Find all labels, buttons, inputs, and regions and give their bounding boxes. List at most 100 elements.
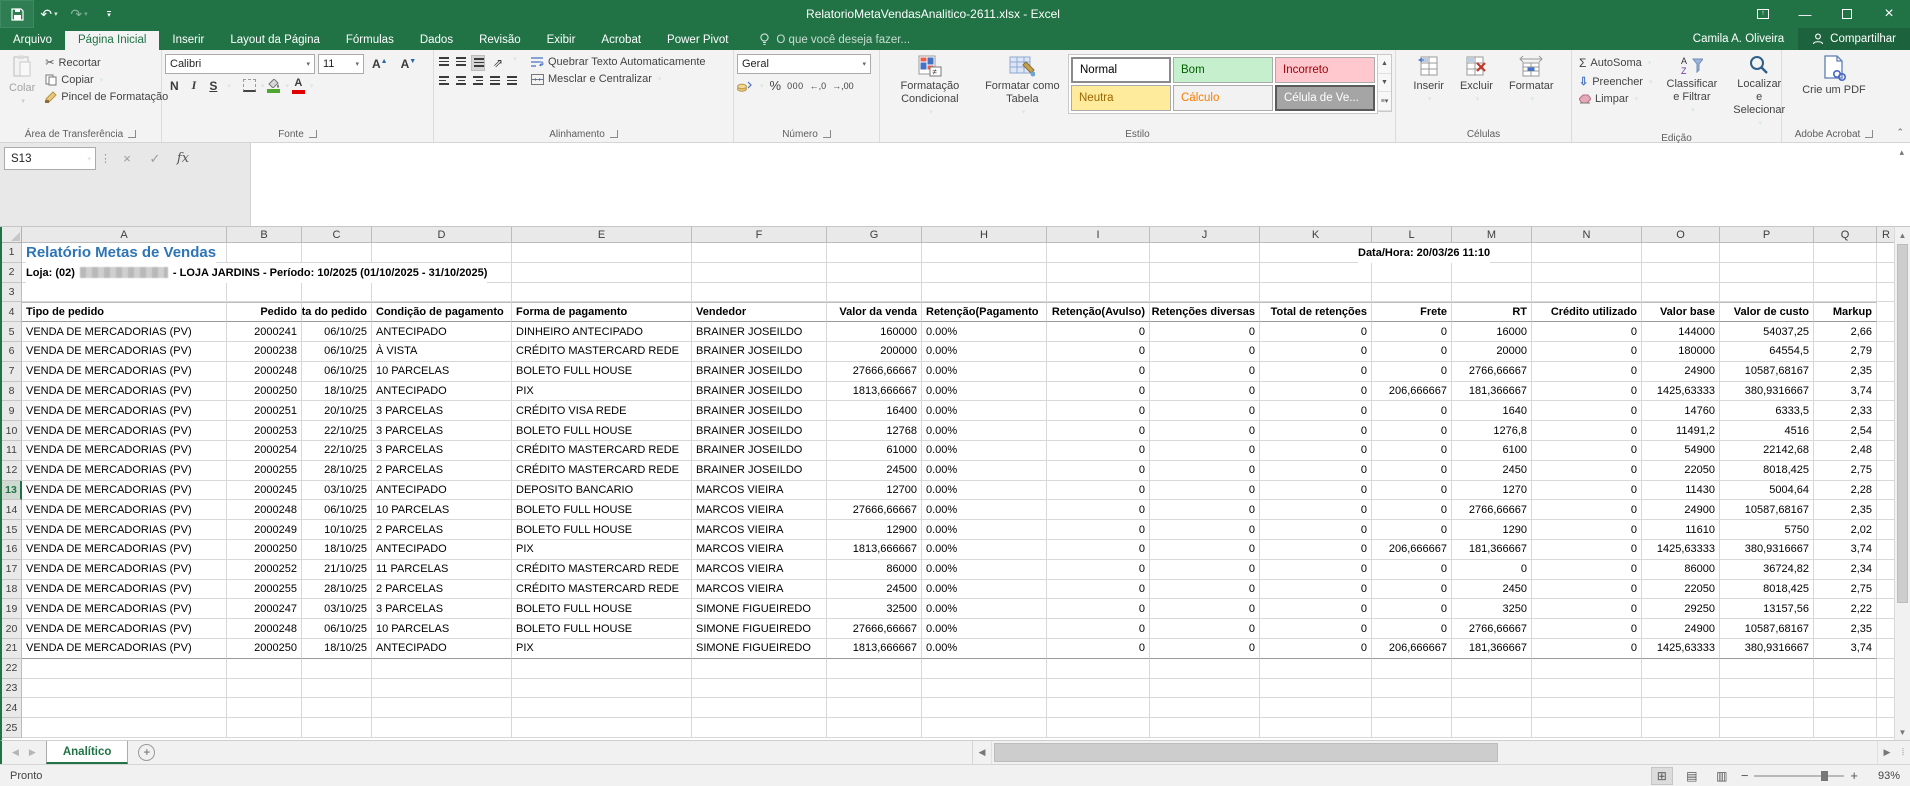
cell-E22[interactable]	[512, 659, 692, 679]
cell-N3[interactable]	[1532, 283, 1642, 303]
cell-G9[interactable]: 16400	[827, 401, 922, 421]
column-header-O[interactable]: O	[1642, 227, 1720, 243]
cell-C9[interactable]: 20/10/25	[302, 401, 372, 421]
cell-Q14[interactable]: 2,35	[1814, 500, 1877, 520]
cell-L23[interactable]	[1372, 679, 1452, 699]
column-header-L[interactable]: L	[1372, 227, 1452, 243]
ribbon-tab-dados[interactable]: Dados	[407, 31, 466, 50]
cell-A22[interactable]	[22, 659, 227, 679]
collapse-ribbon-icon[interactable]: ⌃	[1896, 127, 1904, 138]
cell-K23[interactable]	[1260, 679, 1372, 699]
cell-J6[interactable]: 0	[1150, 342, 1260, 362]
cell-F22[interactable]	[692, 659, 827, 679]
cell-I25[interactable]	[1047, 718, 1150, 738]
cell-L11[interactable]: 0	[1372, 441, 1452, 461]
page-layout-view-button[interactable]: ▤	[1681, 767, 1703, 785]
cell-H25[interactable]	[922, 718, 1047, 738]
cell-M22[interactable]	[1452, 659, 1532, 679]
cell-P16[interactable]: 380,9316667	[1720, 540, 1814, 560]
merge-center-button[interactable]: Mesclar e Centralizar▾	[527, 71, 710, 87]
cell-C19[interactable]: 03/10/25	[302, 599, 372, 619]
cell-M20[interactable]: 2766,66667	[1452, 619, 1532, 639]
cell-P25[interactable]	[1720, 718, 1814, 738]
cell-J20[interactable]: 0	[1150, 619, 1260, 639]
cell-B12[interactable]: 2000255	[227, 461, 302, 481]
cell-H22[interactable]	[922, 659, 1047, 679]
cell-M11[interactable]: 6100	[1452, 441, 1532, 461]
cell-Q2[interactable]	[1814, 263, 1877, 283]
cell-I12[interactable]: 0	[1047, 461, 1150, 481]
cell-O23[interactable]	[1642, 679, 1720, 699]
cell-J7[interactable]: 0	[1150, 362, 1260, 382]
cell-I13[interactable]: 0	[1047, 481, 1150, 501]
cell-F8[interactable]: BRAINER JOSEILDO	[692, 382, 827, 402]
scroll-left-icon[interactable]: ◀	[973, 747, 991, 758]
cell-G19[interactable]: 32500	[827, 599, 922, 619]
cell-O22[interactable]	[1642, 659, 1720, 679]
cell-K9[interactable]: 0	[1260, 401, 1372, 421]
cell-N17[interactable]: 0	[1532, 560, 1642, 580]
cell-I23[interactable]	[1047, 679, 1150, 699]
cell-B6[interactable]: 2000238	[227, 342, 302, 362]
ribbon-tab-power-pivot[interactable]: Power Pivot	[654, 31, 741, 50]
cell-I5[interactable]: 0	[1047, 322, 1150, 342]
column-header-E[interactable]: E	[512, 227, 692, 243]
cell-N24[interactable]	[1532, 698, 1642, 718]
cell-O25[interactable]	[1642, 718, 1720, 738]
cell-H21[interactable]: 0.00%	[922, 639, 1047, 659]
cell-L3[interactable]	[1372, 283, 1452, 303]
cell-I19[interactable]: 0	[1047, 599, 1150, 619]
cell-K16[interactable]: 0	[1260, 540, 1372, 560]
cell-O4[interactable]: Valor base	[1642, 302, 1720, 322]
cell-P11[interactable]: 22142,68	[1720, 441, 1814, 461]
cell-N14[interactable]: 0	[1532, 500, 1642, 520]
cell-P9[interactable]: 6333,5	[1720, 401, 1814, 421]
cell-Q4[interactable]: Markup	[1814, 302, 1877, 322]
cell-O6[interactable]: 180000	[1642, 342, 1720, 362]
cell-style-bom[interactable]: Bom	[1173, 57, 1273, 83]
cell-D17[interactable]: 11 PARCELAS	[372, 560, 512, 580]
cell-D14[interactable]: 10 PARCELAS	[372, 500, 512, 520]
cell-G7[interactable]: 27666,66667	[827, 362, 922, 382]
cell-Q7[interactable]: 2,35	[1814, 362, 1877, 382]
cell-O19[interactable]: 29250	[1642, 599, 1720, 619]
insert-cells-button[interactable]: Inserir▾	[1407, 52, 1450, 109]
cancel-icon[interactable]: ×	[115, 147, 139, 170]
cell-C17[interactable]: 21/10/25	[302, 560, 372, 580]
cell-J25[interactable]	[1150, 718, 1260, 738]
cell-J16[interactable]: 0	[1150, 540, 1260, 560]
cell-Q6[interactable]: 2,79	[1814, 342, 1877, 362]
row-header-13[interactable]: 13	[2, 481, 22, 501]
cell-G6[interactable]: 200000	[827, 342, 922, 362]
cell-Q11[interactable]: 2,48	[1814, 441, 1877, 461]
cell-L25[interactable]	[1372, 718, 1452, 738]
cell-J19[interactable]: 0	[1150, 599, 1260, 619]
cell-P24[interactable]	[1720, 698, 1814, 718]
cell-H1[interactable]	[922, 243, 1047, 263]
cell-G16[interactable]: 1813,666667	[827, 540, 922, 560]
cell-P20[interactable]: 10587,68167	[1720, 619, 1814, 639]
cell-K7[interactable]: 0	[1260, 362, 1372, 382]
column-header-G[interactable]: G	[827, 227, 922, 243]
cell-Q24[interactable]	[1814, 698, 1877, 718]
cell-C13[interactable]: 03/10/25	[302, 481, 372, 501]
cell-N21[interactable]: 0	[1532, 639, 1642, 659]
cell-N2[interactable]	[1532, 263, 1642, 283]
cell-C6[interactable]: 06/10/25	[302, 342, 372, 362]
row-header-2[interactable]: 2	[2, 263, 22, 283]
cell-M4[interactable]: RT	[1452, 302, 1532, 322]
cell-B10[interactable]: 2000253	[227, 421, 302, 441]
cell-B9[interactable]: 2000251	[227, 401, 302, 421]
dialog-launcher-icon[interactable]	[823, 130, 831, 138]
row-header-3[interactable]: 3	[2, 283, 22, 303]
row-header-4[interactable]: 4	[2, 302, 22, 322]
align-left-icon[interactable]	[437, 74, 451, 87]
row-header-14[interactable]: 14	[2, 500, 22, 520]
cell-J11[interactable]: 0	[1150, 441, 1260, 461]
cell-D5[interactable]: ANTECIPADO	[372, 322, 512, 342]
cell-D13[interactable]: ANTECIPADO	[372, 481, 512, 501]
cell-G15[interactable]: 12900	[827, 520, 922, 540]
cell-F18[interactable]: MARCOS VIEIRA	[692, 580, 827, 600]
cell-F6[interactable]: BRAINER JOSEILDO	[692, 342, 827, 362]
collapse-formula-bar-icon[interactable]: ▴	[1899, 147, 1904, 158]
